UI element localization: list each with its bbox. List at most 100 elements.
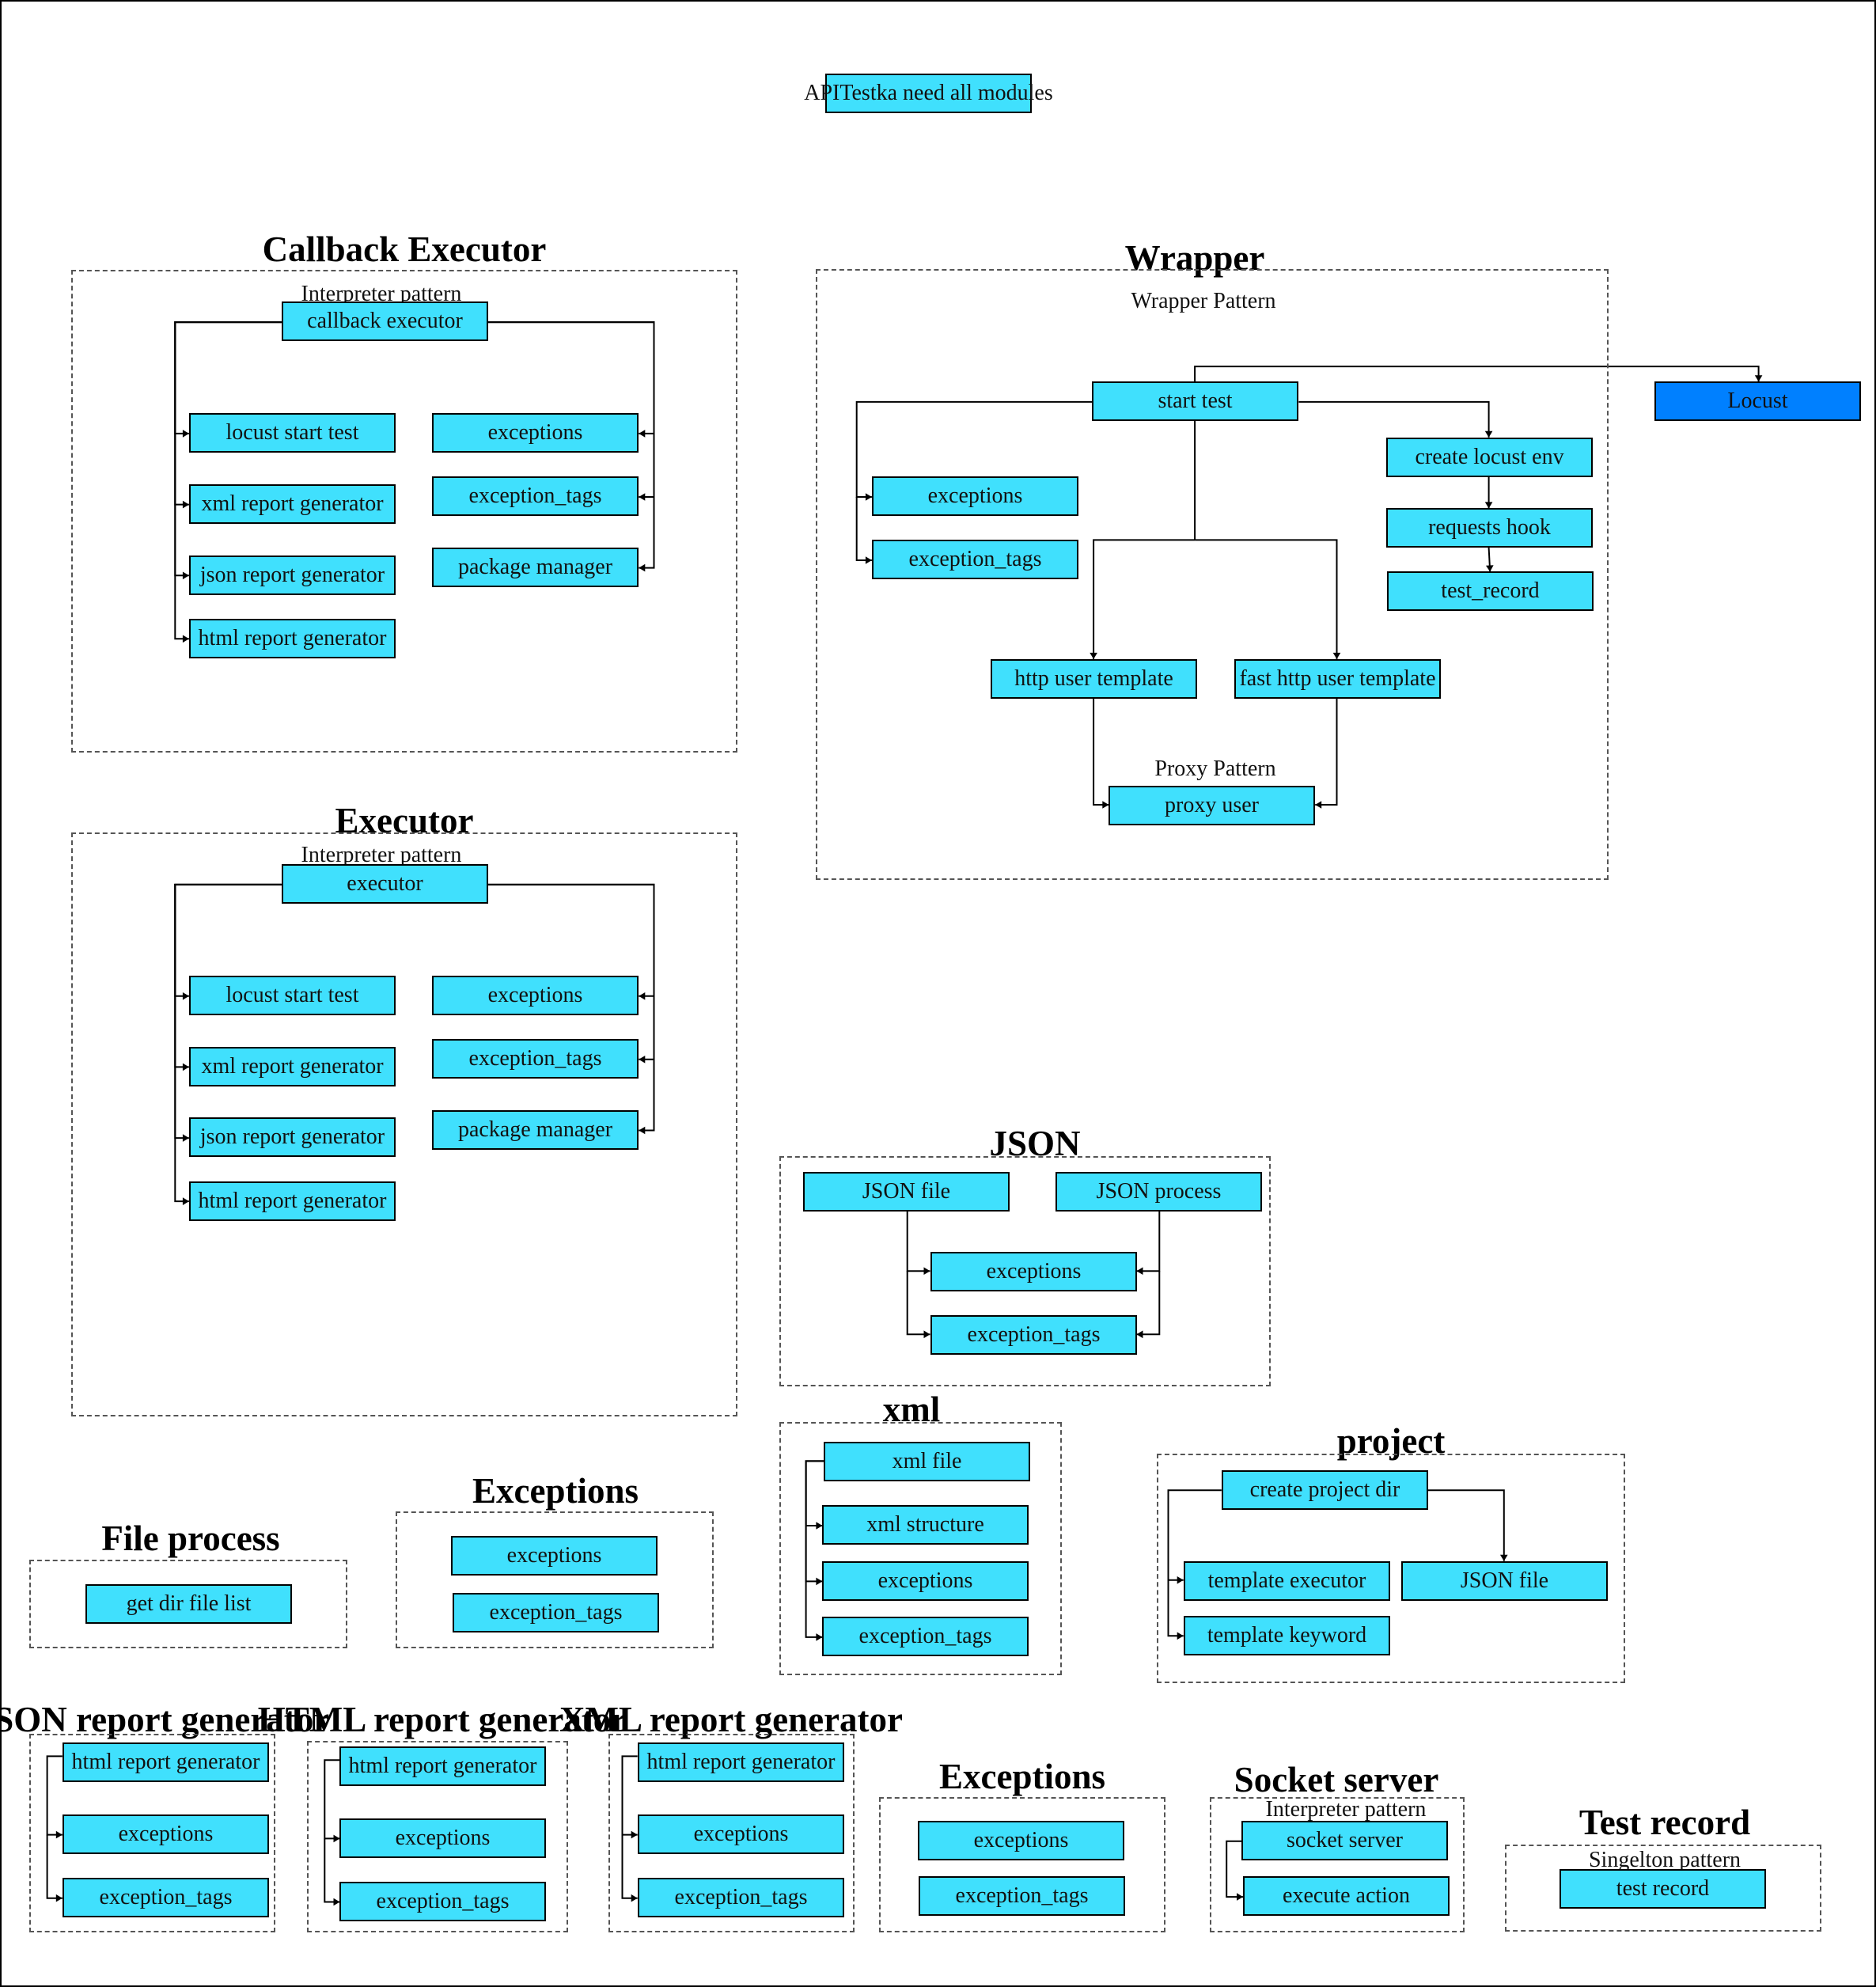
executor-left-3-label: html report generator bbox=[198, 1189, 387, 1213]
socket-server-child-0[interactable]: execute action bbox=[1243, 1876, 1450, 1916]
wrapper-exception-tags[interactable]: exception_tags bbox=[872, 540, 1078, 579]
executor-left-2[interactable]: json report generator bbox=[189, 1117, 396, 1157]
callback-executor-right-1[interactable]: exception_tags bbox=[432, 476, 639, 516]
callback-executor-left-1[interactable]: xml report generator bbox=[189, 484, 396, 524]
callback-executor-right-2-label: package manager bbox=[457, 555, 613, 579]
callback-executor-right-0[interactable]: exceptions bbox=[432, 413, 639, 453]
file-process-title: File process bbox=[101, 1519, 280, 1558]
callback-executor-root-label: callback executor bbox=[307, 309, 463, 333]
json-process[interactable]: JSON process bbox=[1055, 1172, 1262, 1212]
wrapper-create-env-label: create locust env bbox=[1415, 445, 1564, 469]
callback-executor-right-0-label: exceptions bbox=[487, 420, 583, 445]
html-report-child-1[interactable]: exception_tags bbox=[339, 1882, 546, 1921]
json-exceptions-label: exceptions bbox=[986, 1259, 1082, 1284]
json-file[interactable]: JSON file bbox=[803, 1172, 1010, 1212]
xml-child-0-label: xml structure bbox=[866, 1512, 984, 1537]
xml-report-root[interactable]: html report generator bbox=[638, 1742, 844, 1782]
wrapper-exceptions-label: exceptions bbox=[927, 483, 1023, 508]
executor-right-1[interactable]: exception_tags bbox=[432, 1039, 639, 1079]
xml-report-child-1[interactable]: exception_tags bbox=[638, 1878, 844, 1917]
exceptions-b-item-1[interactable]: exception_tags bbox=[919, 1876, 1125, 1916]
socket-server-root[interactable]: socket server bbox=[1241, 1821, 1448, 1860]
xml-child-1-label: exceptions bbox=[877, 1568, 973, 1593]
xml-report-child-1-label: exception_tags bbox=[674, 1885, 808, 1909]
json-report-child-1[interactable]: exception_tags bbox=[63, 1878, 269, 1917]
exceptions-a-item-1[interactable]: exception_tags bbox=[453, 1593, 659, 1632]
executor-right-0-label: exceptions bbox=[487, 983, 583, 1007]
json-exception-tags[interactable]: exception_tags bbox=[930, 1315, 1137, 1355]
exceptions-a-item-0-label: exceptions bbox=[506, 1543, 602, 1568]
callback-executor-right-2[interactable]: package manager bbox=[432, 548, 639, 587]
callback-executor-left-3-label: html report generator bbox=[198, 626, 387, 650]
wrapper-create-env[interactable]: create locust env bbox=[1386, 438, 1593, 477]
xml-report-child-0[interactable]: exceptions bbox=[638, 1814, 844, 1854]
html-report-root[interactable]: html report generator bbox=[339, 1746, 546, 1786]
exceptions-b-title: Exceptions bbox=[938, 1757, 1106, 1796]
callback-executor-left-2[interactable]: json report generator bbox=[189, 556, 396, 595]
wrapper-proxy-user[interactable]: proxy user bbox=[1109, 786, 1315, 825]
root-node[interactable]: APITestka need all modules bbox=[804, 74, 1053, 113]
executor-right-2-label: package manager bbox=[457, 1117, 613, 1142]
exceptions-b-item-1-label: exception_tags bbox=[955, 1883, 1089, 1908]
callback-executor-left-3[interactable]: html report generator bbox=[189, 619, 396, 658]
executor-left-1-label: xml report generator bbox=[201, 1054, 384, 1079]
wrapper-fast-http-template-label: fast http user template bbox=[1239, 666, 1436, 691]
json-exception-tags-label: exception_tags bbox=[967, 1322, 1101, 1347]
wrapper-locust[interactable]: Locust bbox=[1654, 381, 1861, 421]
exceptions-b-item-0-label: exceptions bbox=[973, 1828, 1069, 1852]
executor-right-1-label: exception_tags bbox=[468, 1046, 602, 1071]
executor-left-0-label: locust start test bbox=[225, 983, 359, 1007]
project-template-keyword[interactable]: template keyword bbox=[1184, 1616, 1390, 1655]
socket-server-child-0-label: execute action bbox=[1283, 1883, 1410, 1908]
xml-file[interactable]: xml file bbox=[824, 1442, 1030, 1481]
executor-root[interactable]: executor bbox=[282, 864, 488, 904]
html-report-child-1-label: exception_tags bbox=[376, 1889, 510, 1913]
xml-child-1[interactable]: exceptions bbox=[822, 1561, 1029, 1601]
callback-executor-left-1-label: xml report generator bbox=[201, 491, 384, 516]
wrapper-test-record[interactable]: test_record bbox=[1387, 571, 1594, 611]
wrapper-exceptions[interactable]: exceptions bbox=[872, 476, 1078, 516]
project-template-executor[interactable]: template executor bbox=[1184, 1561, 1390, 1601]
json-report-child-0[interactable]: exceptions bbox=[63, 1814, 269, 1854]
project-json-file[interactable]: JSON file bbox=[1401, 1561, 1608, 1601]
wrapper-fast-http-template[interactable]: fast http user template bbox=[1234, 659, 1441, 699]
xml-child-2-label: exception_tags bbox=[858, 1624, 992, 1648]
wrapper-http-template[interactable]: http user template bbox=[991, 659, 1197, 699]
callback-executor-right-1-label: exception_tags bbox=[468, 483, 602, 508]
callback-executor-left-0[interactable]: locust start test bbox=[189, 413, 396, 453]
callback-executor-root[interactable]: callback executor bbox=[282, 301, 488, 341]
executor-right-0[interactable]: exceptions bbox=[432, 976, 639, 1015]
json-report-root-label: html report generator bbox=[71, 1750, 260, 1774]
xml-child-2[interactable]: exception_tags bbox=[822, 1617, 1029, 1656]
xml-file-label: xml file bbox=[892, 1449, 962, 1473]
socket-server-root-label: socket server bbox=[1287, 1828, 1403, 1852]
wrapper-requests-hook-label: requests hook bbox=[1428, 515, 1551, 540]
wrapper-start-test-label: start test bbox=[1158, 389, 1233, 413]
wrapper-requests-hook[interactable]: requests hook bbox=[1386, 508, 1593, 548]
json-exceptions[interactable]: exceptions bbox=[930, 1252, 1137, 1291]
executor-left-0[interactable]: locust start test bbox=[189, 976, 396, 1015]
file-process-item-0[interactable]: get dir file list bbox=[85, 1584, 292, 1624]
wrapper-start-test[interactable]: start test bbox=[1092, 381, 1298, 421]
test-record-item-0-label: test record bbox=[1616, 1876, 1710, 1901]
html-report-child-0-label: exceptions bbox=[395, 1826, 491, 1850]
exceptions-a-item-0[interactable]: exceptions bbox=[451, 1536, 658, 1576]
callback-executor-title: Callback Executor bbox=[262, 229, 547, 269]
executor-left-3[interactable]: html report generator bbox=[189, 1181, 396, 1221]
wrapper-exception-tags-label: exception_tags bbox=[908, 547, 1042, 571]
json-report-root[interactable]: html report generator bbox=[63, 1742, 269, 1782]
html-report-child-0[interactable]: exceptions bbox=[339, 1818, 546, 1858]
executor-right-2[interactable]: package manager bbox=[432, 1110, 639, 1150]
socket-server-title: Socket server bbox=[1234, 1760, 1439, 1799]
test-record-item-0[interactable]: test record bbox=[1560, 1869, 1766, 1909]
html-report-root-label: html report generator bbox=[348, 1754, 537, 1778]
wrapper-locust-label: Locust bbox=[1727, 389, 1788, 413]
project-template-keyword-label: template keyword bbox=[1207, 1623, 1367, 1648]
executor-left-1[interactable]: xml report generator bbox=[189, 1047, 396, 1086]
xml-report-child-0-label: exceptions bbox=[693, 1822, 789, 1846]
wrapper-test-record-label: test_record bbox=[1441, 578, 1540, 603]
project-create-dir[interactable]: create project dir bbox=[1222, 1470, 1428, 1510]
exceptions-b-item-0[interactable]: exceptions bbox=[918, 1821, 1124, 1860]
xml-child-0[interactable]: xml structure bbox=[822, 1505, 1029, 1545]
executor-root-label: executor bbox=[347, 871, 423, 896]
